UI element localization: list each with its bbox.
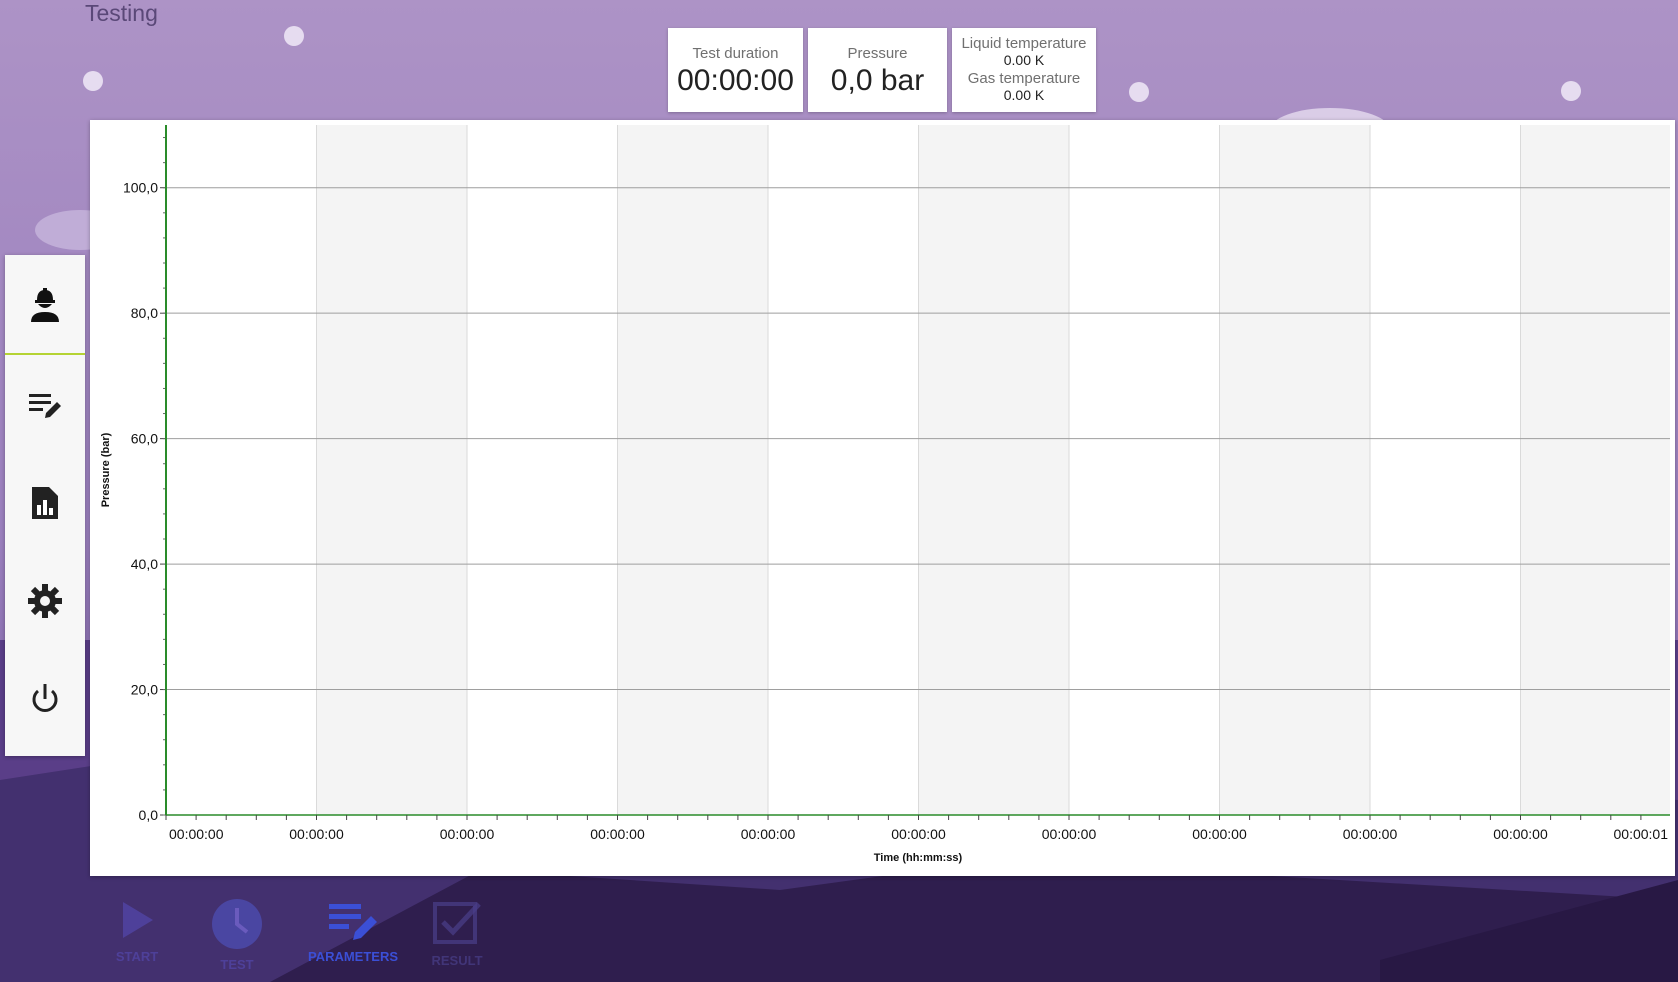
- sidebar-active-indicator: [5, 353, 85, 355]
- play-icon: [123, 902, 153, 938]
- x-tick-label: 00:00:00: [1042, 826, 1097, 842]
- page-title: Testing: [85, 0, 158, 26]
- temperature-card: Liquid temperature 0.00 K Gas temperatur…: [952, 28, 1096, 112]
- edit-list-icon: [329, 904, 377, 940]
- clock-icon: [212, 899, 262, 949]
- sidebar-item-parameters[interactable]: [5, 375, 85, 435]
- x-tick-label: 00:00:00: [1192, 826, 1247, 842]
- x-tick-label: 00:00:00: [169, 826, 224, 842]
- x-tick-label: 00:00:01: [1614, 826, 1669, 842]
- y-tick-label: 20,0: [131, 682, 158, 698]
- test-duration-card: Test duration 00:00:00: [668, 28, 803, 112]
- sidebar-item-power[interactable]: [5, 669, 85, 729]
- bottom-nav-start[interactable]: START: [92, 898, 182, 964]
- operator-icon: [31, 288, 59, 322]
- bottom-nav-parameters-label: PARAMETERS: [307, 949, 399, 964]
- bottom-nav-parameters[interactable]: PARAMETERS: [303, 898, 403, 964]
- y-tick-label: 80,0: [131, 305, 158, 321]
- edit-list-icon: [29, 394, 61, 418]
- x-tick-label: 00:00:00: [289, 826, 344, 842]
- gas-temperature-value: 0.00 K: [1003, 87, 1045, 103]
- x-tick-label: 00:00:00: [440, 826, 495, 842]
- sidebar-item-operator[interactable]: [5, 275, 85, 335]
- pressure-chart: 0,0 20,0 40,0 60,0 80,0 100,0 00:00:00 00:00:00…: [90, 120, 1675, 876]
- liquid-temperature-value: 0.00 K: [1003, 52, 1045, 68]
- liquid-temperature-label: Liquid temperature: [961, 35, 1087, 52]
- bottom-nav-test-label: TEST: [220, 957, 254, 972]
- x-tick-label: 00:00:00: [891, 826, 946, 842]
- check-document-icon: [433, 902, 481, 944]
- x-tick-label: 00:00:00: [590, 826, 645, 842]
- x-tick-label: 00:00:00: [741, 826, 796, 842]
- power-icon: [32, 684, 58, 712]
- chart-band: [918, 125, 1069, 815]
- chart-band: [1219, 125, 1370, 815]
- sidebar: [5, 255, 85, 756]
- bottom-nav-start-label: START: [115, 949, 159, 964]
- bottom-nav-result[interactable]: RESULT: [412, 898, 502, 968]
- bottom-nav-result-label: RESULT: [431, 953, 483, 968]
- y-tick-label: 0,0: [139, 807, 159, 823]
- test-duration-value: 00:00:00: [677, 64, 794, 97]
- sidebar-item-settings[interactable]: [5, 571, 85, 631]
- x-tick-label: 00:00:00: [1343, 826, 1398, 842]
- bottom-nav-test[interactable]: TEST: [192, 898, 282, 972]
- report-icon: [32, 487, 58, 519]
- pressure-card: Pressure 0,0 bar: [808, 28, 947, 112]
- pressure-value: 0,0 bar: [830, 64, 925, 97]
- gear-icon: [28, 584, 62, 618]
- chart-band: [316, 125, 467, 815]
- chart-svg: 0,0 20,0 40,0 60,0 80,0 100,0 00:00:00 00:00:00…: [100, 125, 1670, 864]
- test-duration-label: Test duration: [692, 45, 779, 62]
- sidebar-item-report[interactable]: [5, 473, 85, 533]
- y-tick-label: 40,0: [131, 556, 158, 572]
- gas-temperature-label: Gas temperature: [967, 70, 1081, 87]
- y-tick-label: 60,0: [131, 431, 158, 447]
- pressure-label: Pressure: [847, 45, 908, 62]
- chart-band: [1520, 125, 1670, 815]
- y-axis-title: Pressure (bar): [100, 432, 112, 507]
- chart-band: [617, 125, 768, 815]
- x-tick-label: 00:00:00: [1493, 826, 1548, 842]
- y-tick-label: 100,0: [123, 180, 158, 196]
- x-axis-title: Time (hh:mm:ss): [874, 852, 963, 864]
